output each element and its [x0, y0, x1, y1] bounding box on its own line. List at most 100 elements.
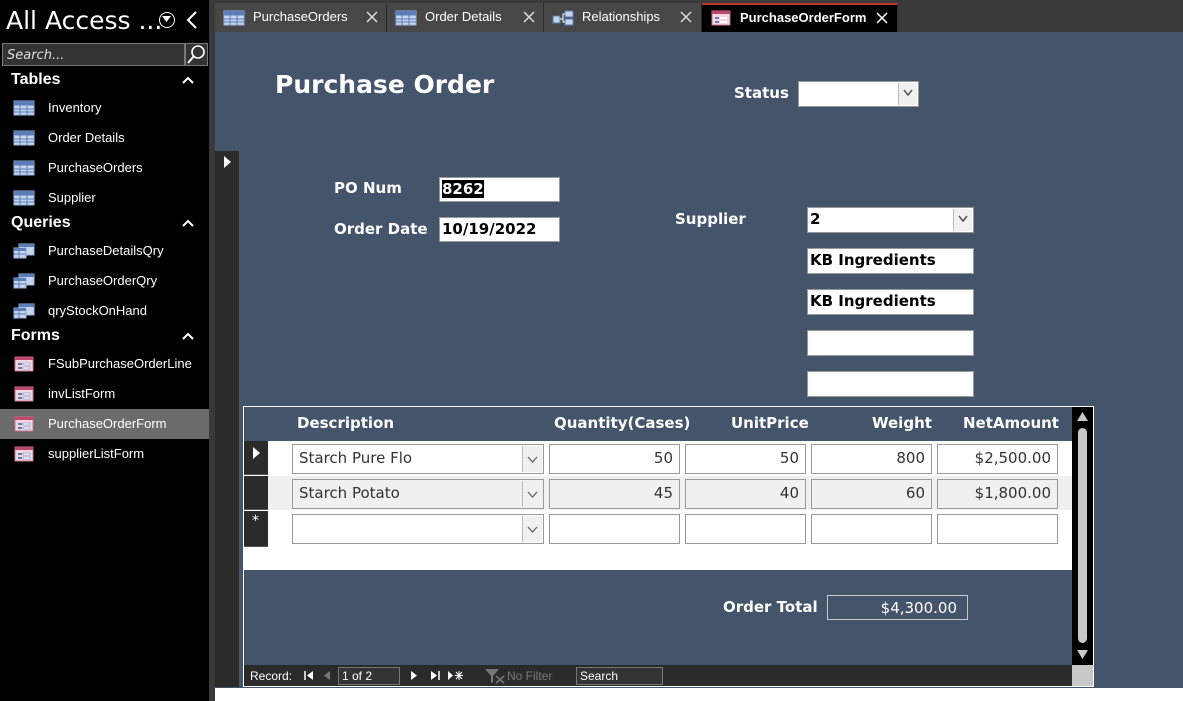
- nav-group-label: Tables: [11, 71, 61, 88]
- scrollbar-corner: [1072, 665, 1093, 686]
- dropdown-button[interactable]: [522, 516, 542, 542]
- filter-icon[interactable]: [484, 668, 506, 684]
- nav-search-box[interactable]: [2, 43, 185, 66]
- relationships-icon: [552, 10, 574, 26]
- chevron-up-icon[interactable]: [182, 219, 194, 227]
- next-record-icon[interactable]: [411, 671, 417, 680]
- last-record-icon[interactable]: [431, 671, 440, 680]
- nav-item-invlistform[interactable]: invListForm: [0, 379, 209, 409]
- nav-group-tables[interactable]: Tables: [0, 70, 209, 94]
- nav-item-label: PurchaseDetailsQry: [48, 243, 164, 258]
- description-combo[interactable]: Starch Pure Flo: [292, 444, 544, 474]
- row-selector[interactable]: [244, 441, 268, 475]
- dropdown-button[interactable]: [953, 209, 972, 231]
- close-icon[interactable]: [522, 10, 536, 24]
- nav-group-queries[interactable]: Queries: [0, 213, 209, 237]
- unitprice-cell[interactable]: 40: [685, 479, 806, 509]
- weight-cell[interactable]: 60: [811, 479, 932, 509]
- chevron-up-icon[interactable]: [182, 76, 194, 84]
- order-date-field[interactable]: 10/19/2022: [439, 217, 560, 242]
- nav-item-label: Inventory: [48, 100, 102, 115]
- new-quantity-cell[interactable]: [549, 514, 680, 544]
- first-record-icon[interactable]: [304, 671, 313, 680]
- nav-search-input[interactable]: [3, 45, 181, 66]
- record-selector[interactable]: [215, 151, 239, 687]
- dropdown-button[interactable]: [522, 481, 542, 507]
- tab-purchaseorderform[interactable]: PurchaseOrderForm: [702, 3, 898, 32]
- nav-item-purchaseorders[interactable]: PurchaseOrders: [0, 153, 209, 183]
- supplier-contact-field[interactable]: KB Ingredients: [807, 289, 974, 315]
- record-search-box[interactable]: Search: [576, 667, 663, 685]
- close-icon[interactable]: [679, 10, 693, 24]
- close-icon[interactable]: [365, 10, 379, 24]
- nav-item-purchaseorderform[interactable]: PurchaseOrderForm: [0, 409, 209, 439]
- scroll-down-icon[interactable]: [1077, 650, 1088, 659]
- nav-item-qrystockonhand[interactable]: qryStockOnHand: [0, 296, 209, 326]
- tab-purchaseorders[interactable]: PurchaseOrders: [215, 3, 387, 32]
- query-icon: [13, 303, 35, 319]
- status-combo[interactable]: [798, 81, 919, 107]
- nav-item-fsubpurchaseorderline[interactable]: FSubPurchaseOrderLine: [0, 349, 209, 379]
- new-record-selector[interactable]: *: [244, 511, 268, 547]
- tab-order-details[interactable]: Order Details: [387, 3, 544, 32]
- po-num-label: PO Num: [334, 179, 402, 197]
- scroll-up-icon[interactable]: [1077, 412, 1088, 421]
- tab-label: Order Details: [425, 9, 502, 24]
- nav-item-label: supplierListForm: [48, 446, 145, 461]
- nav-item-inventory[interactable]: Inventory: [0, 93, 209, 123]
- new-record-icon[interactable]: [448, 670, 464, 681]
- dropdown-button[interactable]: [898, 83, 917, 105]
- supplier-phone-field[interactable]: [807, 371, 974, 397]
- table-icon: [223, 10, 245, 26]
- tab-relationships[interactable]: Relationships: [544, 3, 702, 32]
- search-icon[interactable]: [185, 43, 208, 66]
- chevron-down-icon: [527, 456, 538, 463]
- tab-label: Relationships: [582, 9, 661, 24]
- new-description-combo[interactable]: [292, 514, 544, 544]
- description-value: Starch Pure Flo: [299, 449, 413, 467]
- po-num-field[interactable]: 8262: [439, 177, 560, 202]
- nav-item-supplierlistform[interactable]: supplierListForm: [0, 439, 209, 469]
- nav-item-purchaseorderqry[interactable]: PurchaseOrderQry: [0, 266, 209, 296]
- close-icon[interactable]: [875, 11, 889, 25]
- weight-cell[interactable]: 800: [811, 444, 932, 474]
- nav-item-label: PurchaseOrderForm: [48, 416, 167, 431]
- table-icon: [13, 130, 35, 146]
- column-header-quantity: Quantity(Cases): [554, 414, 691, 432]
- nav-pane-title[interactable]: All Access ...: [6, 6, 162, 35]
- column-header-netamount: NetAmount: [963, 414, 1059, 432]
- shutter-bar-collapse-icon[interactable]: [186, 11, 198, 33]
- quantity-cell[interactable]: 45: [549, 479, 680, 509]
- chevron-down-icon: [527, 526, 538, 533]
- nav-menu-dropdown-icon[interactable]: [159, 12, 175, 28]
- no-filter-label[interactable]: No Filter: [507, 669, 552, 683]
- unitprice-cell[interactable]: 50: [685, 444, 806, 474]
- nav-item-supplier[interactable]: Supplier: [0, 183, 209, 213]
- row-selector[interactable]: [244, 476, 268, 510]
- supplier-name-field[interactable]: KB Ingredients: [807, 248, 974, 274]
- dropdown-button[interactable]: [522, 446, 542, 472]
- nav-group-label: Forms: [11, 327, 60, 344]
- table-icon: [13, 190, 35, 206]
- description-combo[interactable]: Starch Potato: [292, 479, 544, 509]
- scrollbar-thumb[interactable]: [1078, 428, 1087, 643]
- nav-item-order-details[interactable]: Order Details: [0, 123, 209, 153]
- chevron-down-icon: [958, 215, 968, 223]
- nav-item-purchasedetailsqry[interactable]: PurchaseDetailsQry: [0, 236, 209, 266]
- nav-group-forms[interactable]: Forms: [0, 326, 209, 350]
- new-netamount-cell: [937, 514, 1058, 544]
- previous-record-icon[interactable]: [324, 671, 330, 680]
- supplier-label: Supplier: [675, 210, 746, 228]
- current-record-box[interactable]: 1 of 2: [338, 667, 400, 685]
- nav-group-label: Queries: [11, 214, 71, 231]
- chevron-up-icon[interactable]: [182, 332, 194, 340]
- subform-vertical-scrollbar[interactable]: [1072, 407, 1093, 665]
- column-header-weight: Weight: [872, 414, 932, 432]
- netamount-cell: $1,800.00: [937, 479, 1058, 509]
- supplier-address-field[interactable]: [807, 330, 974, 356]
- new-unitprice-cell[interactable]: [685, 514, 806, 544]
- nav-item-label: PurchaseOrders: [48, 160, 143, 175]
- supplier-combo[interactable]: 2: [807, 207, 974, 233]
- quantity-cell[interactable]: 50: [549, 444, 680, 474]
- new-weight-cell[interactable]: [811, 514, 932, 544]
